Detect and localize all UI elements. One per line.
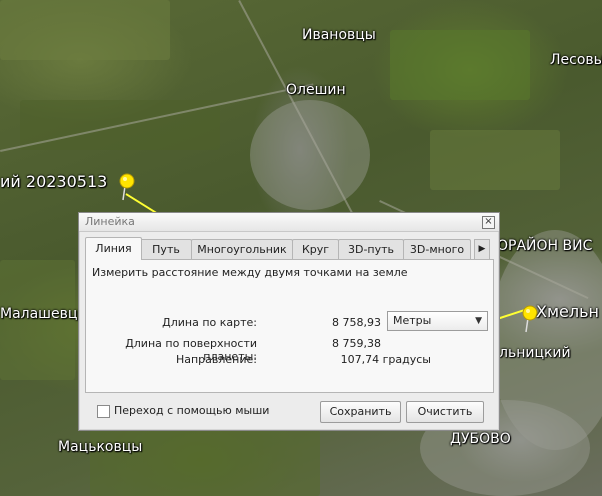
map-label-dubovo: ДУБОВО: [450, 431, 511, 447]
map-label-lesovoe: Лесовы: [550, 52, 602, 68]
tab-3d-path[interactable]: 3D-путь: [338, 239, 404, 259]
field-patch: [0, 0, 170, 60]
save-button[interactable]: Сохранить: [320, 401, 401, 423]
tab-circle[interactable]: Круг: [292, 239, 339, 259]
tab-polygon[interactable]: Многоугольник: [191, 239, 293, 259]
tab-3d-polygon[interactable]: 3D-много: [403, 239, 471, 259]
start-pin-icon[interactable]: [113, 172, 139, 202]
field-patch: [430, 130, 560, 190]
tab-line[interactable]: Линия: [85, 237, 142, 260]
map-label-placemark: ий 20230513: [0, 172, 108, 191]
unit-select[interactable]: Метры ▼: [387, 311, 488, 331]
map-length-label: Длина по карте:: [162, 316, 257, 329]
dialog-title: Линейка: [85, 215, 135, 228]
mouse-navigation-label[interactable]: Переход с помощью мыши: [114, 404, 269, 417]
map-label-raion: ОРАЙОН ВИС: [497, 238, 593, 254]
heading-value: 107,74 градусы: [340, 353, 431, 366]
map-label-matskovtsy: Мацьковцы: [58, 439, 143, 455]
map-label-oleshin: Олешин: [286, 82, 346, 98]
heading-label: Направление:: [175, 353, 257, 366]
map-label-khmelnitsky-small: льницкий: [499, 345, 571, 361]
map-label-malashevtsy: Малашевцы: [0, 306, 89, 322]
town-area: [250, 100, 370, 210]
clear-button[interactable]: Очистить: [406, 401, 484, 423]
chevron-down-icon: ▼: [475, 316, 482, 326]
unit-select-value: Метры: [393, 314, 432, 327]
tab-bar: Линия Путь Многоугольник Круг 3D-путь 3D…: [85, 237, 490, 260]
map-length-value: 8 758,93: [332, 316, 381, 329]
tab-scroll-right-icon[interactable]: ▶: [474, 239, 490, 260]
ruler-dialog: Линейка × Линия Путь Многоугольник Круг …: [78, 212, 500, 431]
map-label-khmelnitsky: Хмельн: [536, 302, 599, 321]
mouse-navigation-checkbox[interactable]: [97, 405, 110, 418]
measure-description: Измерить расстояние между двумя точками …: [92, 266, 408, 279]
tab-path[interactable]: Путь: [140, 239, 192, 259]
close-icon[interactable]: ×: [482, 216, 495, 229]
field-patch: [390, 30, 530, 100]
dialog-titlebar[interactable]: Линейка ×: [79, 213, 499, 232]
line-tab-panel: Измерить расстояние между двумя точками …: [85, 259, 494, 393]
ground-length-value: 8 759,38: [332, 337, 381, 350]
map-label-ivankovtsy: Ивановцы: [302, 27, 376, 43]
